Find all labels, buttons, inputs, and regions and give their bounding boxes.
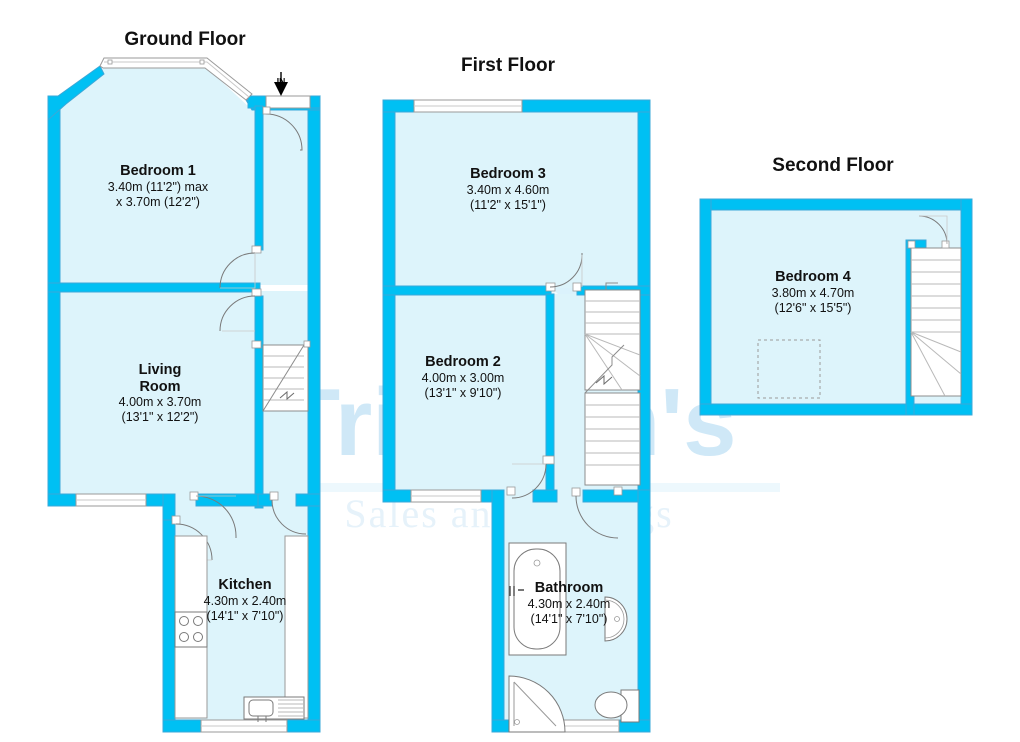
room-dim-bedroom-1-line-1: 3.40m (11'2") max <box>108 180 209 194</box>
entrance-label: IN <box>277 76 286 86</box>
hob-icon <box>174 611 208 648</box>
room-label-bedroom-3: Bedroom 3 <box>470 166 546 182</box>
first-floor-staircase <box>584 282 641 486</box>
room-label-bathroom: Bathroom <box>535 580 603 596</box>
second-floor-plan: Second Floor Bedroom 4 3.80m x 4.70m (12… <box>699 155 973 416</box>
room-label-bedroom-1: Bedroom 1 <box>120 163 196 179</box>
room-dim-bedroom-1-line-2: x 3.70m (12'2") <box>116 195 200 209</box>
room-label-bedroom-4: Bedroom 4 <box>775 269 851 285</box>
floor-plan-page: Tristram's Sales and Lettings <box>0 0 1020 742</box>
room-label-kitchen: Kitchen <box>218 577 271 593</box>
second-floor-title: Second Floor <box>772 155 894 176</box>
ground-floor-staircase <box>262 340 311 412</box>
room-dim-bedroom-2-line-1: 4.00m x 3.00m <box>422 371 505 385</box>
room-dim-kitchen-line-2: (14'1" x 7'10") <box>207 609 284 623</box>
floor-plan-svg: Tristram's Sales and Lettings <box>47 29 973 733</box>
room-dim-bedroom-3-line-1: 3.40m x 4.60m <box>467 183 550 197</box>
first-floor-plan: First Floor Bedroom 3 3.40m x 4.60m (11'… <box>382 55 651 733</box>
ground-floor-title: Ground Floor <box>124 29 246 50</box>
room-label-living-room-line-1: Living <box>139 362 182 378</box>
room-dim-bathroom-line-1: 4.30m x 2.40m <box>528 597 611 611</box>
room-dim-bedroom-4-line-2: (12'6" x 15'5") <box>775 301 852 315</box>
room-label-living-room-line-2: Room <box>139 379 180 395</box>
room-dim-living-room-line-1: 4.00m x 3.70m <box>119 395 202 409</box>
room-dim-bedroom-4-line-1: 3.80m x 4.70m <box>772 286 855 300</box>
first-floor-title: First Floor <box>461 55 556 76</box>
room-dim-bedroom-2-line-2: (13'1" x 9'10") <box>425 386 502 400</box>
room-label-bedroom-2: Bedroom 2 <box>425 354 501 370</box>
room-dim-living-room-line-2: (13'1" x 12'2") <box>122 410 199 424</box>
sink-icon <box>243 696 305 722</box>
room-dim-bedroom-3-line-2: (11'2" x 15'1") <box>470 198 546 212</box>
room-dim-bathroom-line-2: (14'1" x 7'10") <box>531 612 608 626</box>
room-dim-kitchen-line-1: 4.30m x 2.40m <box>204 594 287 608</box>
ground-floor-plan: Ground Floor Bedroom 1 3.40m (11'2") max… <box>47 29 321 733</box>
